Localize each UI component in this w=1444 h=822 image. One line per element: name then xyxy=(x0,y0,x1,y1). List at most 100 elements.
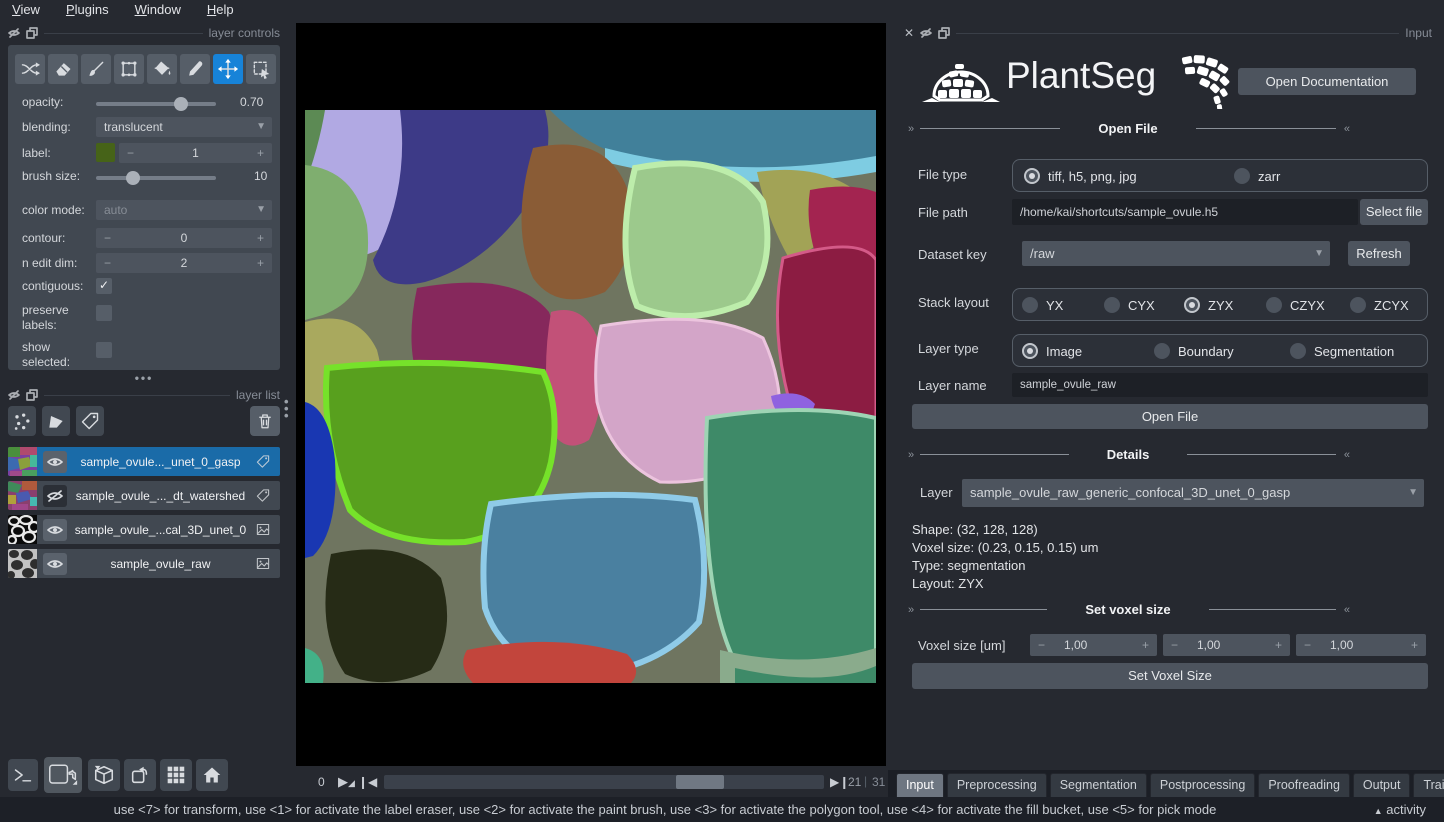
file-type-option-tiff[interactable]: tiff, h5, png, jpg xyxy=(1024,168,1137,184)
color-picker-button[interactable] xyxy=(180,54,210,84)
slider-handle[interactable] xyxy=(676,775,724,789)
shuffle-colors-button[interactable] xyxy=(15,54,45,84)
new-points-layer-button[interactable] xyxy=(8,406,36,436)
set-voxel-size-button[interactable]: Set Voxel Size xyxy=(912,663,1428,689)
eye-icon xyxy=(47,456,63,468)
hide-dock-icon[interactable] xyxy=(920,27,932,39)
label-spinbox[interactable]: −1+ xyxy=(119,143,272,163)
terminal-icon xyxy=(13,766,33,784)
contour-spinbox[interactable]: −0+ xyxy=(96,228,272,248)
select-file-button[interactable]: Select file xyxy=(1360,199,1428,225)
radio-icon xyxy=(1234,168,1250,184)
brush-size-label: brush size: xyxy=(22,169,80,183)
layer-type-boundary[interactable]: Boundary xyxy=(1154,343,1234,359)
layer-thumbnail xyxy=(8,447,37,476)
float-dock-icon[interactable] xyxy=(26,27,38,39)
close-dock-icon[interactable]: ✕ xyxy=(904,28,914,38)
new-labels-layer-button[interactable] xyxy=(76,406,104,436)
transpose-dimensions-button[interactable] xyxy=(124,759,156,791)
stack-layout-czyx[interactable]: CZYX xyxy=(1266,297,1325,313)
tab-proofreading[interactable]: Proofreading xyxy=(1258,773,1350,797)
paint-brush-button[interactable] xyxy=(81,54,111,84)
details-layer-dropdown[interactable]: sample_ovule_raw_generic_confocal_3D_une… xyxy=(962,479,1424,507)
hide-dock-icon[interactable] xyxy=(8,27,20,39)
home-reset-view-button[interactable] xyxy=(196,759,228,791)
delete-layer-button[interactable] xyxy=(250,406,280,436)
menu-window[interactable]: Window xyxy=(135,2,181,19)
eyedropper-icon xyxy=(185,59,205,79)
tab-input[interactable]: Input xyxy=(896,773,944,797)
blending-dropdown[interactable]: translucent▼ xyxy=(96,117,272,137)
layer-row-gasp[interactable]: sample_ovule..._unet_0_gasp xyxy=(8,447,280,476)
menu-plugins[interactable]: Plugins xyxy=(66,2,109,19)
color-mode-dropdown[interactable]: auto▼ xyxy=(96,200,272,220)
layer-row-raw[interactable]: sample_ovule_raw xyxy=(8,549,280,578)
grid-view-button[interactable] xyxy=(160,759,192,791)
skip-to-end-button[interactable]: ▶❙ xyxy=(830,775,849,789)
show-selected-checkbox[interactable] xyxy=(96,342,112,358)
tab-postprocessing[interactable]: Postprocessing xyxy=(1150,773,1255,797)
n-edit-dim-spinbox[interactable]: −2+ xyxy=(96,253,272,273)
preserve-labels-checkbox[interactable] xyxy=(96,305,112,321)
stack-layout-yx[interactable]: YX xyxy=(1022,297,1063,313)
skip-to-start-button[interactable]: ❙◀ xyxy=(358,775,377,789)
dock-drag-handle[interactable]: ••• xyxy=(284,398,289,419)
dataset-key-dropdown[interactable]: /raw▼ xyxy=(1022,241,1330,266)
dock-resize-handle[interactable]: ••• xyxy=(0,371,288,385)
console-button[interactable] xyxy=(8,759,38,791)
hide-dock-icon[interactable] xyxy=(8,389,20,401)
contiguous-checkbox[interactable]: ✓ xyxy=(96,278,112,294)
visibility-toggle[interactable] xyxy=(43,451,67,473)
stack-layout-label: Stack layout xyxy=(918,295,989,310)
tab-preprocessing[interactable]: Preprocessing xyxy=(947,773,1047,797)
ndisplay-toggle-button[interactable] xyxy=(44,757,82,793)
viewer-canvas[interactable] xyxy=(296,23,886,766)
layer-type-image[interactable]: Image xyxy=(1022,343,1082,359)
layer-list-header: layer list xyxy=(8,388,280,402)
pan-zoom-button[interactable] xyxy=(213,54,243,84)
layer-row-boundaries[interactable]: sample_ovule_...cal_3D_unet_0 xyxy=(8,515,280,544)
play-button[interactable]: ▶◢ xyxy=(338,774,355,790)
open-documentation-button[interactable]: Open Documentation xyxy=(1238,68,1416,95)
radio-selected-icon xyxy=(1022,343,1038,359)
refresh-button[interactable]: Refresh xyxy=(1348,241,1410,266)
layer-name: sample_ovule..._unet_0_gasp xyxy=(67,455,254,469)
stack-layout-cyx[interactable]: CYX xyxy=(1104,297,1155,313)
eraser-tool-button[interactable] xyxy=(48,54,78,84)
voxel-x-spinbox[interactable]: −1,00+ xyxy=(1030,634,1157,656)
stack-layout-zyx[interactable]: ZYX xyxy=(1184,297,1233,313)
open-file-button[interactable]: Open File xyxy=(912,404,1428,429)
layer-type-segmentation[interactable]: Segmentation xyxy=(1290,343,1394,359)
layer-row-watershed[interactable]: sample_ovule_..._dt_watershed xyxy=(8,481,280,510)
new-shapes-layer-button[interactable] xyxy=(42,406,70,436)
voxel-z-spinbox[interactable]: −1,00+ xyxy=(1296,634,1426,656)
tab-segmentation[interactable]: Segmentation xyxy=(1050,773,1147,797)
polygon-tool-button[interactable] xyxy=(114,54,144,84)
transform-button[interactable] xyxy=(246,54,276,84)
visibility-toggle[interactable] xyxy=(43,553,67,575)
brush-size-slider[interactable] xyxy=(96,176,216,180)
layer-name-input[interactable] xyxy=(1012,373,1428,397)
menu-help[interactable]: Help xyxy=(207,2,234,19)
tab-train[interactable]: Train xyxy=(1413,773,1444,797)
opacity-slider[interactable] xyxy=(96,102,216,106)
float-dock-icon[interactable] xyxy=(26,389,38,401)
stack-layout-zcyx[interactable]: ZCYX xyxy=(1350,297,1409,313)
visibility-toggle[interactable] xyxy=(43,519,67,541)
frame-slider[interactable] xyxy=(384,775,824,789)
voxel-y-spinbox[interactable]: −1,00+ xyxy=(1163,634,1290,656)
roll-dimensions-button[interactable] xyxy=(88,759,120,791)
file-type-option-zarr[interactable]: zarr xyxy=(1234,168,1280,184)
visibility-toggle[interactable] xyxy=(43,485,67,507)
activity-button[interactable]: ▲ activity xyxy=(1374,802,1426,817)
eye-icon xyxy=(47,524,63,536)
label-color-swatch[interactable] xyxy=(96,143,115,162)
file-path-input[interactable] xyxy=(1012,199,1358,225)
tab-output[interactable]: Output xyxy=(1353,773,1411,797)
file-path-label: File path xyxy=(918,205,968,220)
menu-view[interactable]: View xyxy=(12,2,40,19)
current-step[interactable]: 21 xyxy=(848,775,861,789)
dock-title: layer list xyxy=(236,388,280,402)
float-dock-icon[interactable] xyxy=(938,27,950,39)
fill-bucket-button[interactable] xyxy=(147,54,177,84)
